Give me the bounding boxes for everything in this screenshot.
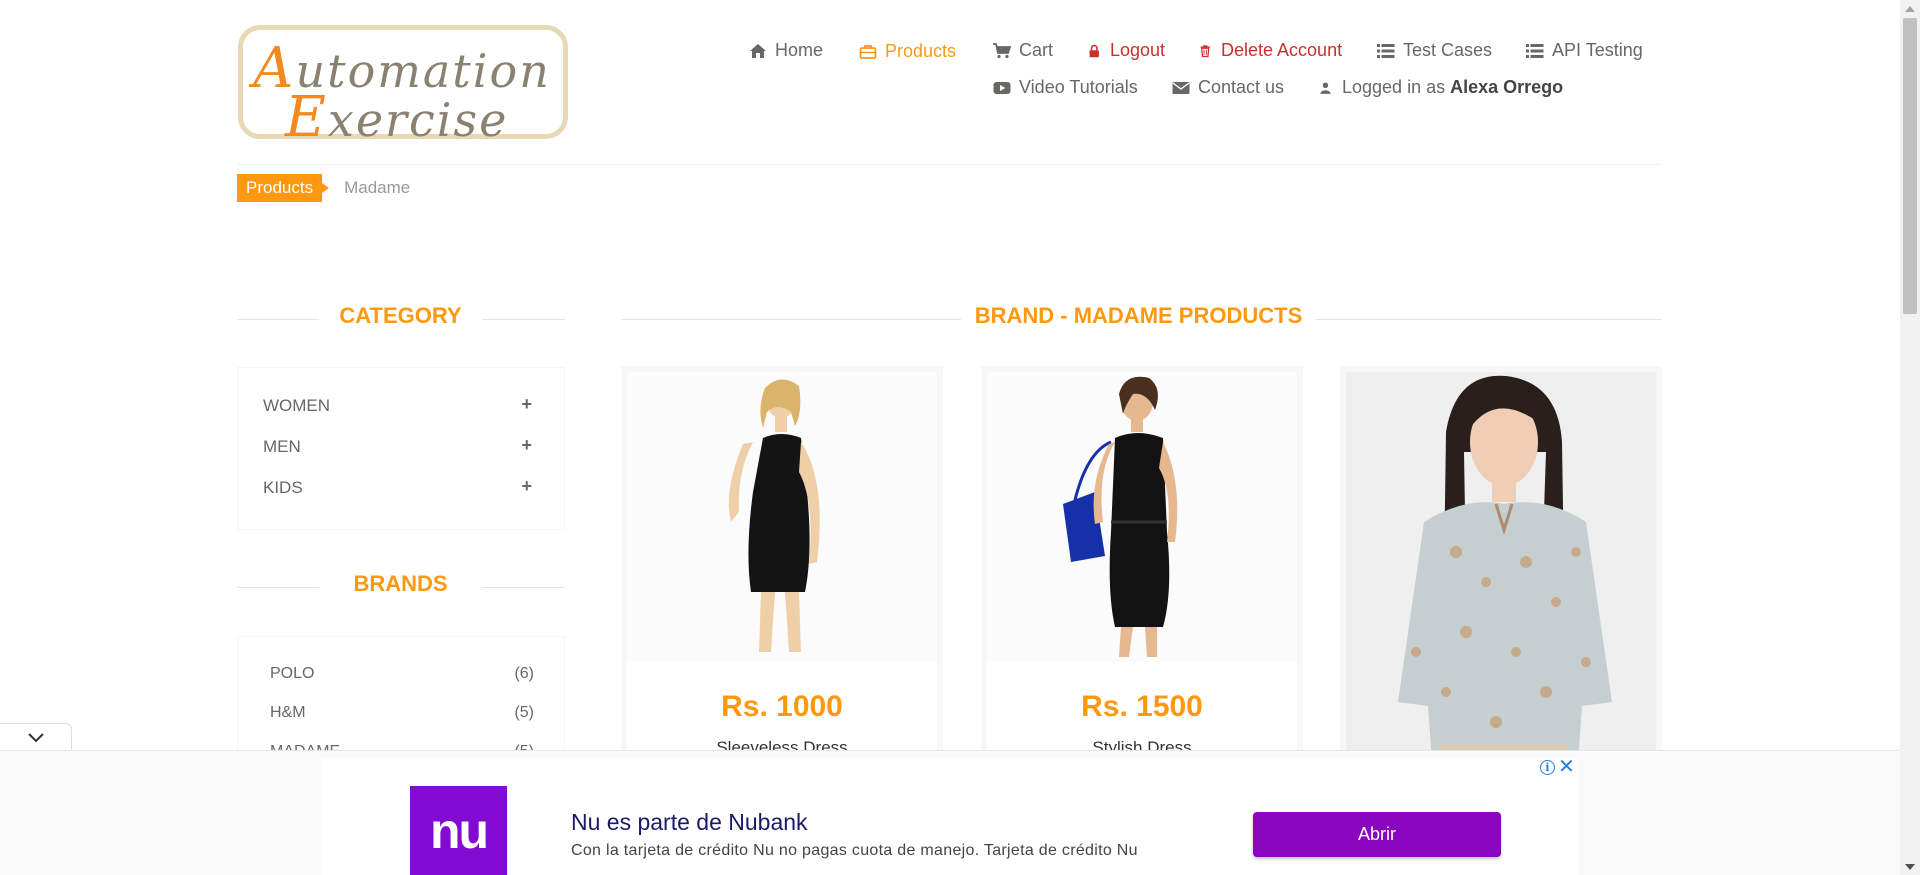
trash-icon (1200, 44, 1210, 57)
product-price: Rs. 1000 (721, 690, 843, 723)
product-price: Rs. 1500 (1081, 690, 1203, 723)
nav-delete-account[interactable]: Delete Account (1199, 40, 1342, 61)
product-card: Rs. 1500 Stylish Dress (981, 366, 1303, 756)
home-icon (750, 43, 766, 58)
collapse-ad-button[interactable] (0, 723, 72, 751)
brands-panel: POLO(6) H&M(5) MADAME(5) (237, 636, 565, 756)
category-title-line-left (237, 319, 319, 320)
expand-women-icon[interactable]: + (521, 394, 532, 415)
expand-men-icon[interactable]: + (521, 435, 532, 456)
product-image[interactable] (1346, 372, 1656, 750)
main-nav: Home Products Cart Logout Delete Account… (0, 36, 1920, 116)
breadcrumb-current: Madame (344, 178, 411, 197)
brand-hm[interactable]: H&M (5) (270, 704, 534, 722)
header-divider (238, 164, 1662, 165)
category-women[interactable]: WOMEN (263, 396, 330, 416)
category-title-line-right (482, 319, 565, 320)
brands-title: BRANDS (353, 571, 448, 596)
logged-in-status: Logged in as Alexa Orrego (1320, 77, 1563, 98)
product-image[interactable] (987, 372, 1297, 662)
scroll-up-arrow-icon[interactable] (1900, 0, 1920, 17)
category-kids[interactable]: KIDS (263, 478, 303, 498)
envelope-icon (1172, 81, 1190, 94)
list-icon (1526, 43, 1544, 58)
brands-title-line-left (237, 587, 319, 588)
user-icon (1320, 82, 1331, 94)
nav-test-cases[interactable]: Test Cases (1377, 40, 1492, 61)
brand-polo[interactable]: POLO (6) (270, 665, 534, 683)
breadcrumb-products[interactable]: Products (237, 174, 330, 202)
nav-video-tutorials[interactable]: Video Tutorials (993, 77, 1138, 98)
ad-logo[interactable]: nu (410, 786, 507, 875)
category-title: CATEGORY (339, 303, 462, 328)
nav-contact-us[interactable]: Contact us (1172, 77, 1284, 98)
main-title-line-left (621, 319, 961, 320)
ad-open-button[interactable]: Abrir (1253, 812, 1501, 857)
chevron-down-icon (27, 732, 44, 742)
page-scrollbar[interactable] (1900, 0, 1920, 875)
ad-info-icon[interactable]: i (1540, 760, 1555, 775)
nav-home[interactable]: Home (749, 40, 823, 61)
ad-close-icon[interactable]: ✕ (1558, 757, 1575, 777)
lock-icon (1089, 44, 1099, 57)
briefcase-icon (859, 44, 877, 59)
list-icon (1377, 43, 1395, 58)
main-title-line-right (1316, 319, 1662, 320)
nav-cart[interactable]: Cart (993, 40, 1053, 61)
scrollbar-thumb[interactable] (1903, 18, 1917, 314)
ad-description: Con la tarjeta de crédito Nu no pagas cu… (571, 842, 1138, 859)
product-card (1340, 366, 1662, 756)
cart-icon (993, 42, 1011, 58)
youtube-play-icon (993, 81, 1011, 94)
nav-products[interactable]: Products (859, 41, 956, 62)
expand-kids-icon[interactable]: + (521, 476, 532, 497)
product-image[interactable] (627, 372, 937, 662)
nav-api-testing[interactable]: API Testing (1526, 40, 1643, 61)
category-men[interactable]: MEN (263, 437, 301, 457)
brand-products-title: BRAND - MADAME PRODUCTS (974, 303, 1303, 328)
brands-title-line-right (482, 587, 565, 588)
ad-title[interactable]: Nu es parte de Nubank (571, 809, 808, 836)
nav-logout[interactable]: Logout (1088, 40, 1165, 61)
category-panel: WOMEN + MEN + KIDS + (237, 367, 565, 530)
scroll-down-arrow-icon[interactable] (1900, 858, 1920, 875)
product-card: Rs. 1000 Sleeveless Dress (621, 366, 943, 756)
breadcrumb: Products Madame (237, 174, 410, 202)
